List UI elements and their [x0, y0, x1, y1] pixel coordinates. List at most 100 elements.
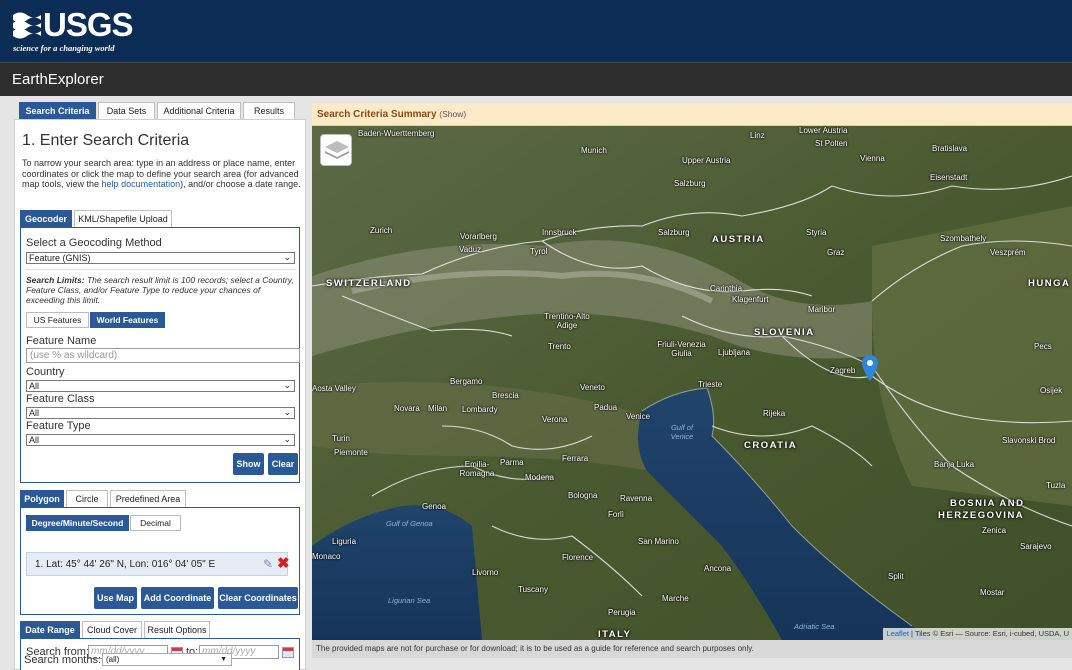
use-map-button[interactable]: Use Map: [94, 587, 137, 609]
tab-predefined-area[interactable]: Predefined Area: [110, 490, 186, 507]
map-place-label: Munich: [581, 146, 607, 155]
tab-cloud-cover[interactable]: Cloud Cover: [82, 621, 142, 638]
summary-show-link[interactable]: (Show): [439, 109, 466, 119]
map-place-label: Tuscany: [518, 585, 548, 594]
map-place-label: Genoa: [422, 502, 447, 511]
layers-button[interactable]: [320, 134, 352, 166]
map-place-label: Turin: [332, 434, 350, 443]
search-criteria-summary: Search Criteria Summary (Show): [312, 103, 1072, 126]
map-place-label: Vaduz: [459, 245, 482, 254]
map-view[interactable]: AUSTRIA SWITZERLAND SLOVENIA CROATIA HUN…: [312, 126, 1072, 640]
feature-name-label: Feature Name: [26, 335, 97, 347]
tab-polygon[interactable]: Polygon: [20, 490, 64, 507]
map-place-label: Linz: [750, 131, 765, 140]
map-marker-icon[interactable]: [862, 355, 878, 381]
map-place-label: Slavonski Brod: [1002, 436, 1056, 445]
map-place-label: Graz: [827, 248, 845, 257]
feature-class-select[interactable]: All ⌄: [26, 407, 295, 419]
map-place-label: Padua: [594, 403, 618, 412]
tab-kml-upload[interactable]: KML/Shapefile Upload: [74, 210, 172, 227]
tab-degree-minute-second[interactable]: Degree/Minute/Second: [26, 515, 129, 531]
polygon-box: Degree/Minute/Second Decimal 1. Lat: 45°…: [20, 507, 300, 615]
map-attribution: Leaflet | Tiles © Esri — Source: Esri, i…: [883, 628, 1072, 640]
map-place-label: Novara: [394, 404, 420, 413]
tab-data-sets[interactable]: Data Sets: [98, 102, 155, 119]
chevron-down-icon: ⌄: [283, 434, 291, 444]
map-water-label: Gulf of Venice: [670, 423, 694, 441]
tab-circle[interactable]: Circle: [66, 490, 108, 507]
edit-icon[interactable]: ✎: [263, 557, 273, 571]
geocoding-method-label: Select a Geocoding Method: [26, 237, 162, 249]
map-place-label: Bergamo: [450, 377, 483, 386]
map-place-label: Lower Austria: [799, 126, 848, 135]
tab-decimal[interactable]: Decimal: [130, 515, 181, 531]
map-place-label: San Marino: [638, 537, 679, 546]
us-features-tab[interactable]: US Features: [26, 312, 89, 328]
coordinate-row: 1. Lat: 45° 44' 26" N, Lon: 016° 04' 05"…: [26, 552, 290, 576]
geocoding-method-select[interactable]: Feature (GNIS) ⌄: [26, 252, 295, 264]
map-place-label: Osijek: [1040, 386, 1063, 395]
map-place-label: Upper Austria: [682, 156, 731, 165]
tab-results[interactable]: Results: [243, 102, 295, 119]
feature-name-input[interactable]: (use % as wildcard): [26, 348, 300, 363]
clear-button[interactable]: Clear: [268, 453, 298, 475]
map-place-label: Split: [888, 572, 904, 581]
map-place-label: Marche: [662, 594, 689, 603]
search-limits-note: Search Limits: The search result limit i…: [26, 275, 294, 305]
map-place-label: Emilia-Romagna: [459, 460, 495, 478]
app-title[interactable]: EarthExplorer: [12, 71, 104, 88]
map-place-label: Tyrol: [530, 247, 548, 256]
area-tabs: Polygon Circle Predefined Area: [20, 490, 220, 507]
caret-down-icon: ▼: [220, 656, 227, 663]
tab-result-options[interactable]: Result Options: [144, 621, 210, 638]
tab-additional-criteria[interactable]: Additional Criteria: [157, 102, 241, 119]
map-place-label: Trentino-Alto Adige: [544, 312, 590, 330]
map-place-label: Ancona: [704, 564, 732, 573]
map-place-label: Eisenstadt: [930, 173, 968, 182]
geocoder-box: Select a Geocoding Method Feature (GNIS)…: [20, 227, 300, 483]
add-coordinate-button[interactable]: Add Coordinate: [141, 587, 214, 609]
map-place-label: Salzburg: [674, 179, 706, 188]
map-water-label: Gulf of Genoa: [386, 519, 433, 528]
map-place-label: Carinthia: [710, 284, 743, 293]
map-place-label: Venice: [626, 412, 651, 421]
date-tabs: Date Range Cloud Cover Result Options: [20, 621, 220, 638]
map-country-label: HUNGA: [1028, 278, 1071, 289]
show-button[interactable]: Show: [233, 453, 264, 475]
help-documentation-link[interactable]: help documentation: [102, 179, 181, 189]
map-country-label: HERZEGOVINA: [938, 510, 1025, 521]
search-panel: Search Criteria Data Sets Additional Cri…: [14, 102, 306, 670]
feature-type-select[interactable]: All ⌄: [26, 434, 295, 446]
map-place-label: Parma: [500, 458, 524, 467]
tab-search-criteria[interactable]: Search Criteria: [19, 102, 96, 119]
map-place-label: Vorarlberg: [460, 232, 497, 241]
chevron-down-icon: ⌄: [283, 252, 291, 262]
map-place-label: Ljubljana: [718, 348, 751, 357]
map-country-label: SWITZERLAND: [326, 278, 412, 289]
tab-date-range[interactable]: Date Range: [20, 621, 80, 638]
usgs-logo[interactable]: USGS science for a changing world: [13, 6, 134, 54]
map-place-label: Innsbruck: [542, 228, 577, 237]
map-place-label: Lombardy: [462, 405, 498, 414]
map-place-label: Mostar: [980, 588, 1005, 597]
leaflet-link[interactable]: Leaflet: [886, 629, 909, 638]
map-place-label: Friuli-Venezia Giulia: [657, 340, 706, 358]
search-months-select[interactable]: (all) ▼: [102, 653, 232, 666]
country-select[interactable]: All ⌄: [26, 380, 295, 392]
months-row: Search months: (all) ▼: [24, 652, 294, 668]
summary-title: Search Criteria Summary (Show): [317, 109, 467, 120]
delete-icon[interactable]: ✖: [277, 554, 290, 572]
map-place-label: St Polten: [815, 139, 848, 148]
layers-icon: [325, 141, 349, 159]
tab-geocoder[interactable]: Geocoder: [20, 210, 72, 227]
usgs-header: USGS science for a changing world: [0, 0, 1072, 62]
map-place-label: Florence: [562, 553, 594, 562]
map-place-label: Pecs: [1034, 342, 1052, 351]
map-place-label: Liguria: [332, 537, 357, 546]
clear-coordinates-button[interactable]: Clear Coordinates: [218, 587, 298, 609]
world-features-tab[interactable]: World Features: [90, 312, 165, 328]
page-title: 1. Enter Search Criteria: [22, 132, 190, 149]
map-place-label: Zenica: [982, 526, 1007, 535]
logo-tagline: science for a changing world: [13, 43, 115, 53]
map-place-label: Szombathely: [940, 234, 987, 243]
